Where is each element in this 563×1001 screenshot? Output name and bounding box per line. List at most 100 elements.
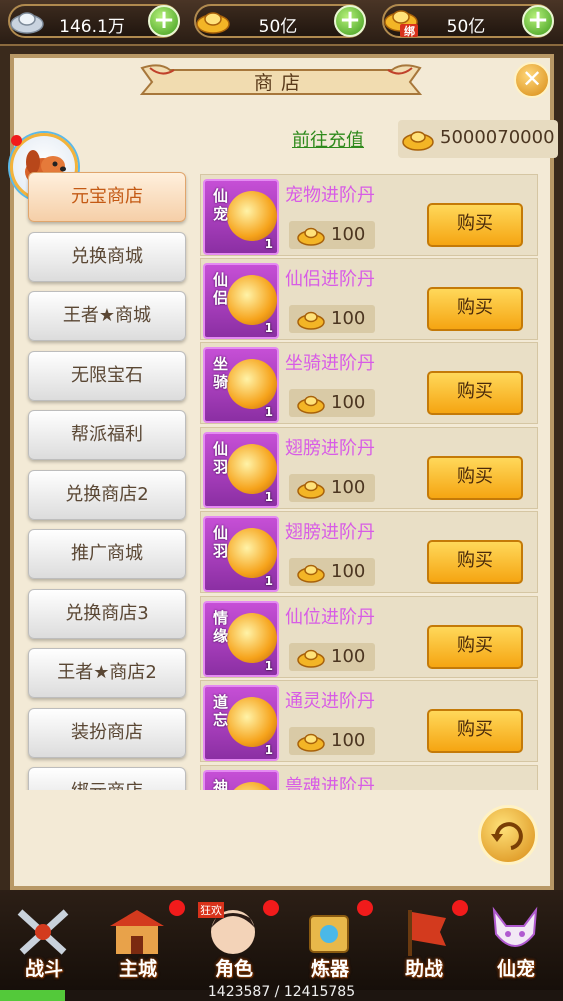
item-name: 坐骑进阶丹 xyxy=(285,353,375,374)
item-price: 100 xyxy=(289,389,375,417)
nav-label: 主城 xyxy=(118,958,157,980)
pill-icon[interactable]: 坐骑 1 xyxy=(203,347,279,423)
nav-assist-badge xyxy=(452,900,468,916)
item-price-value: 100 xyxy=(331,392,366,413)
pill-icon[interactable]: 仙侣 1 xyxy=(203,263,279,339)
tab-king-mall[interactable]: 王者★商城 xyxy=(28,291,186,341)
pill-icon[interactable]: 仙宠 1 xyxy=(203,179,279,255)
shop-item: 仙宠 1 宠物进阶丹 100 购买 xyxy=(200,174,538,256)
item-price: 100 xyxy=(289,727,375,755)
tab-promotion-mall[interactable]: 推广商城 xyxy=(28,529,186,579)
pill-icon[interactable]: 神 1 xyxy=(203,770,279,790)
buy-button[interactable]: 购买 xyxy=(427,540,523,584)
gold-ingot-icon xyxy=(297,227,325,246)
pill-icon[interactable]: 道忘 1 xyxy=(203,685,279,761)
close-button[interactable]: ✕ xyxy=(514,62,550,98)
bound-gold-currency: 绑 50亿 + xyxy=(382,4,554,38)
pill-icon[interactable]: 仙羽 1 xyxy=(203,432,279,508)
gold-ingot-icon xyxy=(297,311,325,330)
close-icon: ✕ xyxy=(521,65,543,93)
item-quantity: 1 xyxy=(264,405,273,419)
pill-orb xyxy=(227,444,277,494)
nav-city[interactable]: 主城 xyxy=(94,900,182,984)
tab-king-shop-2[interactable]: 王者★商店2 xyxy=(28,648,186,698)
add-silver-button[interactable]: + xyxy=(148,5,180,37)
bound-tag: 绑 xyxy=(404,25,415,38)
item-glyph: 道忘 xyxy=(213,693,229,729)
tab-infinite-gems[interactable]: 无限宝石 xyxy=(28,351,186,401)
buy-button[interactable]: 购买 xyxy=(427,456,523,500)
recharge-link[interactable]: 前往充值 xyxy=(292,126,364,152)
currency-bar: 146.1万 + 50亿 + 绑 50亿 + xyxy=(0,0,563,46)
item-name: 通灵进阶丹 xyxy=(285,691,375,712)
shop-item: 坐骑 1 坐骑进阶丹 100 购买 xyxy=(200,342,538,424)
gold-value: 50亿 xyxy=(258,17,298,37)
gold-ingot-icon xyxy=(297,649,325,668)
item-name: 仙位进阶丹 xyxy=(285,607,375,628)
event-tag: 狂欢 xyxy=(198,902,224,918)
silver-ingot-icon xyxy=(10,12,44,34)
nav-label: 战斗 xyxy=(24,958,63,980)
tab-exchange-shop-3[interactable]: 兑换商店3 xyxy=(28,589,186,639)
tab-costume-shop[interactable]: 装扮商店 xyxy=(28,708,186,758)
item-price-value: 100 xyxy=(331,224,366,245)
page-title: 商店 xyxy=(253,72,308,94)
silver-value: 146.1万 xyxy=(59,17,125,37)
shop-item: 仙侣 1 仙侣进阶丹 100 购买 xyxy=(200,258,538,340)
pill-icon[interactable]: 仙羽 1 xyxy=(203,516,279,592)
item-price-value: 100 xyxy=(331,308,366,329)
pill-orb xyxy=(227,782,277,790)
item-glyph: 情缘 xyxy=(213,609,229,645)
add-bound-gold-button[interactable]: + xyxy=(522,5,554,37)
war-flag-icon xyxy=(408,910,446,956)
pill-orb xyxy=(227,528,277,578)
item-price-value: 100 xyxy=(331,730,366,751)
swap-button[interactable] xyxy=(478,805,538,865)
tab-exchange-mall[interactable]: 兑换商城 xyxy=(28,232,186,282)
buy-button[interactable]: 购买 xyxy=(427,287,523,331)
pill-orb xyxy=(227,359,277,409)
item-name: 翅膀进阶丹 xyxy=(285,522,375,543)
item-glyph: 神 xyxy=(213,778,229,790)
tab-exchange-shop-2[interactable]: 兑换商店2 xyxy=(28,470,186,520)
gold-ingot-icon xyxy=(297,564,325,583)
pill-orb xyxy=(227,613,277,663)
buy-button[interactable]: 购买 xyxy=(427,203,523,247)
item-glyph: 仙羽 xyxy=(213,440,229,476)
tab-yuanbao-shop[interactable]: 元宝商店 xyxy=(28,172,186,222)
item-quantity: 1 xyxy=(264,743,273,757)
pill-orb xyxy=(227,191,277,241)
item-quantity: 1 xyxy=(264,321,273,335)
buy-button[interactable]: 购买 xyxy=(427,625,523,669)
item-glyph: 仙侣 xyxy=(213,271,229,307)
item-price-value: 100 xyxy=(331,477,366,498)
gold-ingot-icon xyxy=(297,733,325,752)
item-price: 100 xyxy=(289,221,375,249)
nav-character-badge xyxy=(263,900,279,916)
forge-icon xyxy=(309,915,349,953)
gold-ingot-icon xyxy=(196,12,230,34)
item-price: 100 xyxy=(289,305,375,333)
shop-item: 神 1 兽魂进阶丹 100 购买 xyxy=(200,765,538,790)
nav-battle[interactable]: 战斗 xyxy=(0,900,88,984)
pill-icon[interactable]: 情缘 1 xyxy=(203,601,279,677)
item-name: 兽魂进阶丹 xyxy=(285,776,375,790)
item-quantity: 1 xyxy=(264,237,273,251)
tab-guild-welfare[interactable]: 帮派福利 xyxy=(28,410,186,460)
item-price: 100 xyxy=(289,474,375,502)
buy-button[interactable]: 购买 xyxy=(427,371,523,415)
tab-bound-yuan-shop[interactable]: 绑元商店 xyxy=(28,767,186,790)
pill-orb xyxy=(227,275,277,325)
bound-gold-value: 50亿 xyxy=(446,17,486,37)
item-price: 100 xyxy=(289,643,375,671)
crossed-swords-icon xyxy=(17,909,69,955)
nav-pet[interactable]: 仙宠 xyxy=(472,900,560,984)
item-list: 仙宠 1 宠物进阶丹 100 购买 仙侣 1 仙侣进阶丹 100 购买 坐骑 1… xyxy=(200,170,540,790)
buy-button[interactable]: 购买 xyxy=(427,709,523,753)
add-gold-button[interactable]: + xyxy=(334,5,366,37)
gold-ingot-icon xyxy=(297,395,325,414)
gold-ingot-icon xyxy=(402,131,434,151)
item-quantity: 1 xyxy=(264,659,273,673)
item-name: 宠物进阶丹 xyxy=(285,185,375,206)
nav-label: 仙宠 xyxy=(496,958,535,980)
